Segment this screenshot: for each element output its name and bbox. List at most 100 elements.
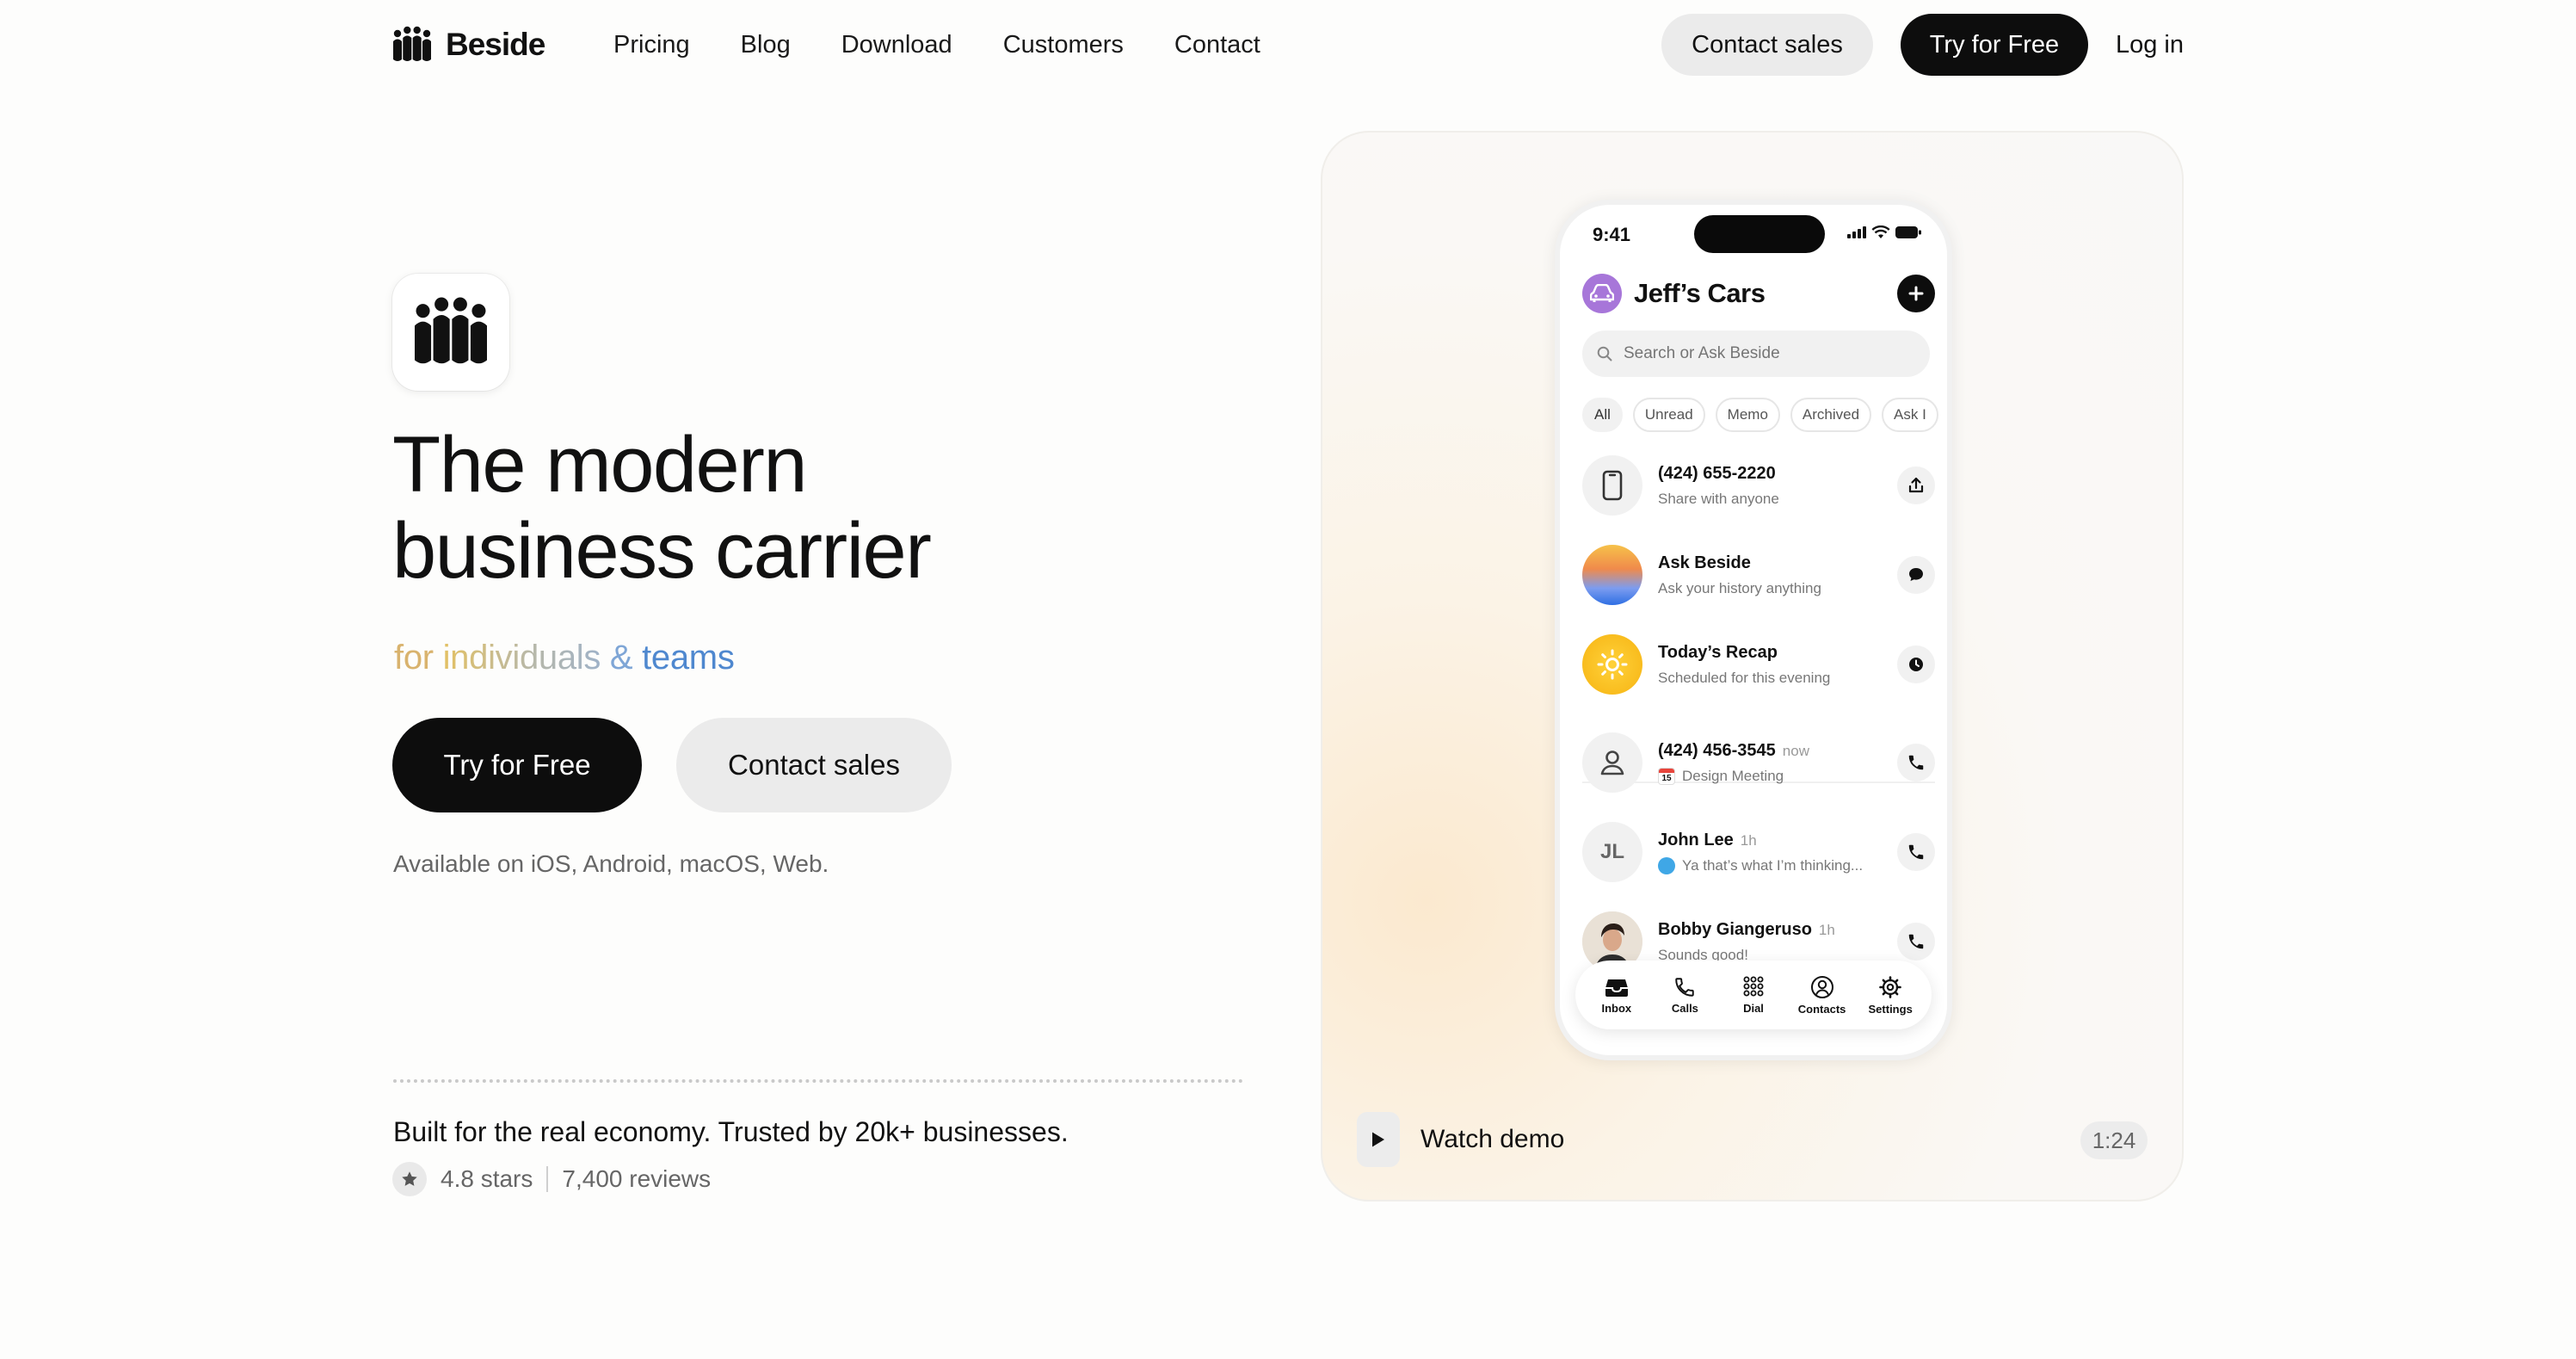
rating-separator bbox=[546, 1166, 549, 1192]
clock-icon[interactable] bbox=[1897, 646, 1935, 683]
hero-subtitle-part: for bbox=[394, 639, 443, 676]
tab-settings[interactable]: Settings bbox=[1857, 975, 1924, 1016]
watch-demo-button[interactable]: Watch demo bbox=[1357, 1112, 1564, 1167]
status-icons bbox=[1847, 225, 1921, 239]
nav-link-contact[interactable]: Contact bbox=[1174, 31, 1260, 59]
row-time-ago: now bbox=[1782, 742, 1809, 759]
initials-avatar: JL bbox=[1582, 822, 1642, 882]
tab-label: Dial bbox=[1743, 1001, 1764, 1015]
row-text: (424) 456-3545 now 15 Design Meeting bbox=[1658, 741, 1897, 785]
video-duration-badge: 1:24 bbox=[2080, 1121, 2148, 1159]
hero-cta-row: Try for Free Contact sales bbox=[392, 718, 952, 812]
phone-call-icon[interactable] bbox=[1897, 833, 1935, 871]
phone-device-icon bbox=[1582, 455, 1642, 516]
nav-link-customers[interactable]: Customers bbox=[1003, 31, 1124, 59]
calendar-icon: 15 bbox=[1658, 767, 1675, 785]
row-text: Bobby Giangeruso 1h Sounds good! bbox=[1658, 920, 1897, 964]
brand-logo-link[interactable]: Beside bbox=[392, 26, 545, 64]
list-item[interactable]: Ask Beside Ask your history anything bbox=[1582, 542, 1935, 608]
beside-logo-icon bbox=[415, 297, 487, 364]
row-time-ago: 1h bbox=[1818, 921, 1835, 938]
row-title: (424) 456-3545 now bbox=[1658, 741, 1897, 761]
dotted-divider bbox=[393, 1079, 1243, 1083]
keypad-icon bbox=[1743, 976, 1764, 996]
nav-login-link[interactable]: Log in bbox=[2116, 31, 2184, 59]
row-text: Today’s Recap Scheduled for this evening bbox=[1658, 643, 1897, 687]
hero-contact-sales-button[interactable]: Contact sales bbox=[676, 718, 952, 812]
tab-dial[interactable]: Dial bbox=[1720, 976, 1787, 1015]
chip-unread[interactable]: Unread bbox=[1632, 398, 1705, 432]
nav-try-free-button[interactable]: Try for Free bbox=[1900, 14, 2088, 76]
phone-mockup: 9:41 Jeff’s Cars All Unread Memo bbox=[1555, 200, 1952, 1060]
nav-contact-sales-button[interactable]: Contact sales bbox=[1661, 14, 1873, 76]
tab-inbox[interactable]: Inbox bbox=[1583, 976, 1650, 1015]
list-item[interactable]: JL John Lee 1h Ya that’s what I’m thinkin… bbox=[1582, 819, 1935, 885]
chip-all[interactable]: All bbox=[1582, 398, 1623, 432]
hero-subtitle-part: individuals bbox=[442, 639, 601, 676]
phone-search-bar bbox=[1582, 330, 1930, 377]
trust-statement: Built for the real economy. Trusted by 2… bbox=[393, 1116, 1069, 1147]
row-title-text: (424) 456-3545 bbox=[1658, 740, 1776, 760]
nav-actions: Contact sales Try for Free Log in bbox=[1661, 13, 2184, 77]
tab-label: Settings bbox=[1868, 1002, 1913, 1016]
hero-subtitle-part: & bbox=[601, 639, 643, 676]
hero-subtitle: for individuals & teams bbox=[394, 639, 735, 677]
avatar-initials: JL bbox=[1599, 840, 1624, 863]
demo-video-card[interactable]: 9:41 Jeff’s Cars All Unread Memo bbox=[1321, 131, 2184, 1201]
row-text: Ask Beside Ask your history anything bbox=[1658, 553, 1897, 597]
row-title: Bobby Giangeruso 1h bbox=[1658, 920, 1897, 940]
nav-link-download[interactable]: Download bbox=[841, 31, 952, 59]
list-item[interactable]: (424) 655-2220 Share with anyone bbox=[1582, 453, 1935, 518]
tab-label: Inbox bbox=[1601, 1001, 1632, 1015]
gear-icon bbox=[1879, 975, 1901, 998]
compose-plus-icon[interactable] bbox=[1897, 275, 1935, 312]
row-time-ago: 1h bbox=[1740, 831, 1757, 849]
list-item[interactable]: (424) 456-3545 now 15 Design Meeting bbox=[1582, 730, 1935, 795]
hero-try-free-button[interactable]: Try for Free bbox=[392, 718, 642, 812]
search-icon bbox=[1597, 346, 1612, 361]
person-icon bbox=[1582, 732, 1642, 793]
chip-ask[interactable]: Ask I bbox=[1882, 398, 1938, 432]
car-icon bbox=[1582, 274, 1622, 313]
tab-label: Calls bbox=[1671, 1001, 1698, 1015]
row-subtitle: 15 Design Meeting bbox=[1658, 767, 1897, 785]
row-title-text: Bobby Giangeruso bbox=[1658, 919, 1812, 939]
hero-subtitle-part: teams bbox=[642, 639, 735, 676]
ai-badge-icon bbox=[1658, 856, 1675, 874]
phone-icon bbox=[1675, 977, 1695, 997]
share-icon[interactable] bbox=[1897, 466, 1935, 504]
rating-reviews: 7,400 reviews bbox=[562, 1165, 712, 1192]
row-subtitle-text: Ya that’s what I’m thinking... bbox=[1682, 856, 1864, 874]
row-title: Today’s Recap bbox=[1658, 642, 1778, 662]
nav-link-pricing[interactable]: Pricing bbox=[613, 31, 690, 59]
tab-calls[interactable]: Calls bbox=[1651, 976, 1718, 1015]
dynamic-island bbox=[1694, 215, 1825, 253]
battery-icon bbox=[1895, 226, 1921, 238]
calendar-day: 15 bbox=[1661, 773, 1672, 783]
tab-contacts[interactable]: Contacts bbox=[1789, 975, 1856, 1016]
nav-link-blog[interactable]: Blog bbox=[741, 31, 791, 59]
row-text: John Lee 1h Ya that’s what I’m thinking..… bbox=[1658, 831, 1897, 874]
sun-icon bbox=[1582, 634, 1642, 695]
hero-title: The modern business carrier bbox=[392, 421, 932, 595]
chip-memo[interactable]: Memo bbox=[1715, 398, 1780, 432]
list-item[interactable]: Today’s Recap Scheduled for this evening bbox=[1582, 632, 1935, 697]
row-subtitle-text: Design Meeting bbox=[1682, 767, 1784, 784]
phone-call-icon[interactable] bbox=[1897, 744, 1935, 781]
platform-availability: Available on iOS, Android, macOS, Web. bbox=[393, 850, 829, 877]
ask-beside-orb-icon bbox=[1582, 545, 1642, 605]
status-time: 9:41 bbox=[1593, 224, 1631, 245]
chat-bubble-icon[interactable] bbox=[1897, 556, 1935, 594]
row-title-text: John Lee bbox=[1658, 830, 1734, 849]
chip-archived[interactable]: Archived bbox=[1790, 398, 1872, 432]
phone-search-input[interactable] bbox=[1624, 344, 1899, 363]
beside-logo-icon bbox=[393, 26, 431, 61]
phone-call-icon[interactable] bbox=[1897, 923, 1935, 961]
tab-label: Contacts bbox=[1797, 1002, 1846, 1016]
hero-title-line-2: business carrier bbox=[392, 507, 932, 595]
org-name: Jeff’s Cars bbox=[1634, 278, 1766, 308]
phone-tab-bar: Inbox Calls Dial Contacts Settings bbox=[1575, 961, 1932, 1029]
rating-stars: 4.8 stars bbox=[441, 1165, 533, 1192]
brand-name: Beside bbox=[446, 27, 545, 62]
hero-title-line-1: The modern bbox=[392, 421, 808, 509]
